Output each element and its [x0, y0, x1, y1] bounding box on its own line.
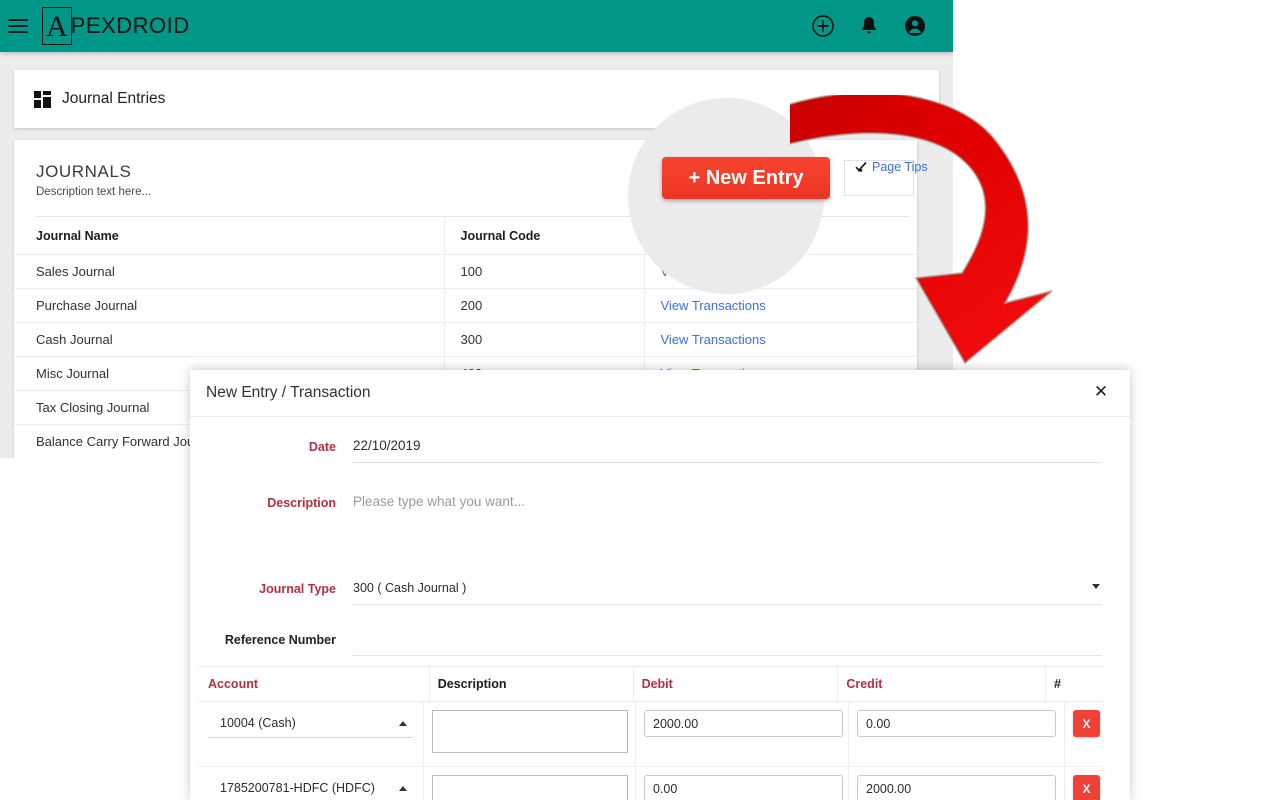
- cell-journal-name: Sales Journal: [14, 254, 444, 289]
- reference-number-input[interactable]: [353, 626, 1102, 652]
- line-description-input[interactable]: [432, 710, 628, 753]
- debit-input[interactable]: [644, 710, 843, 737]
- top-app-bar: A PEXDROID: [0, 0, 953, 52]
- reference-number-label: Reference Number: [224, 633, 336, 647]
- close-x-icon[interactable]: ✕: [1090, 382, 1112, 404]
- line-items-header: Account Description Debit Credit #: [198, 667, 1102, 702]
- column-account: Account: [208, 677, 258, 691]
- account-select[interactable]: 1785200781-HDFC (HDFC): [208, 775, 413, 800]
- column-description: Description: [428, 667, 633, 701]
- column-journal-code: Journal Code: [443, 218, 644, 255]
- remove-line-button[interactable]: X: [1073, 775, 1100, 800]
- field-date: Date: [198, 433, 1102, 463]
- dashboard-grid-icon: [34, 90, 51, 108]
- line-items-table: Account Description Debit Credit # 10004…: [198, 666, 1102, 800]
- account-select[interactable]: 10004 (Cash): [208, 710, 413, 738]
- table-row: Cash Journal 300 View Transactions: [14, 322, 917, 357]
- field-journal-type: Journal Type 300 ( Cash Journal ): [198, 575, 1102, 605]
- bell-icon[interactable]: [857, 14, 881, 38]
- view-transactions-link[interactable]: View Transactions: [661, 298, 766, 313]
- annotation-arrow-icon: [790, 95, 1053, 365]
- description-label: Description: [267, 496, 336, 510]
- date-input[interactable]: [353, 433, 1102, 459]
- account-circle-icon[interactable]: [903, 14, 927, 38]
- cell-journal-code: 300: [443, 322, 644, 357]
- plus-circle-icon[interactable]: [811, 14, 835, 38]
- logo-initial: A: [42, 7, 72, 45]
- column-journal-name: Journal Name: [14, 218, 444, 255]
- page-title: Journal Entries: [62, 90, 166, 107]
- cell-journal-code: 100: [443, 254, 644, 289]
- modal-title: New Entry / Transaction: [206, 384, 371, 401]
- credit-input[interactable]: [857, 775, 1056, 800]
- column-debit: Debit: [632, 667, 838, 701]
- new-entry-modal: New Entry / Transaction ✕ Date Descripti…: [190, 370, 1130, 800]
- field-description: Description: [198, 489, 1102, 519]
- logo-wordmark: PEXDROID: [70, 13, 190, 38]
- app-logo[interactable]: A PEXDROID: [42, 0, 190, 52]
- screenshot-root: A PEXDROID Journal Entries JOURNALS Desc…: [0, 0, 1280, 800]
- description-input[interactable]: [353, 489, 1102, 515]
- line-item-row: 10004 (Cash) X: [198, 702, 1102, 767]
- cell-journal-name: Cash Journal: [14, 322, 444, 357]
- table-row: Purchase Journal 200 View Transactions: [14, 288, 917, 323]
- column-credit: Credit: [837, 667, 1045, 701]
- line-description-input[interactable]: [432, 775, 628, 800]
- topbar-actions: [811, 14, 927, 38]
- view-transactions-link[interactable]: View Transactions: [661, 332, 766, 347]
- credit-input[interactable]: [857, 710, 1056, 737]
- hamburger-icon[interactable]: [8, 19, 28, 33]
- journal-type-label: Journal Type: [259, 582, 336, 596]
- field-reference-number: Reference Number: [198, 626, 1102, 656]
- cell-journal-code: 200: [443, 288, 644, 323]
- column-remove: #: [1045, 667, 1102, 701]
- debit-input[interactable]: [644, 775, 843, 800]
- cell-journal-name: Purchase Journal: [14, 288, 444, 323]
- date-label: Date: [308, 440, 336, 454]
- remove-line-button[interactable]: X: [1073, 710, 1100, 737]
- line-item-row: 1785200781-HDFC (HDFC) 0.00 2000.00 X: [198, 767, 1102, 800]
- modal-body: Date Description Journal Type 300 ( Cash…: [190, 417, 1130, 800]
- journal-type-select[interactable]: 300 ( Cash Journal ): [353, 575, 1102, 602]
- modal-header: New Entry / Transaction ✕: [190, 370, 1130, 417]
